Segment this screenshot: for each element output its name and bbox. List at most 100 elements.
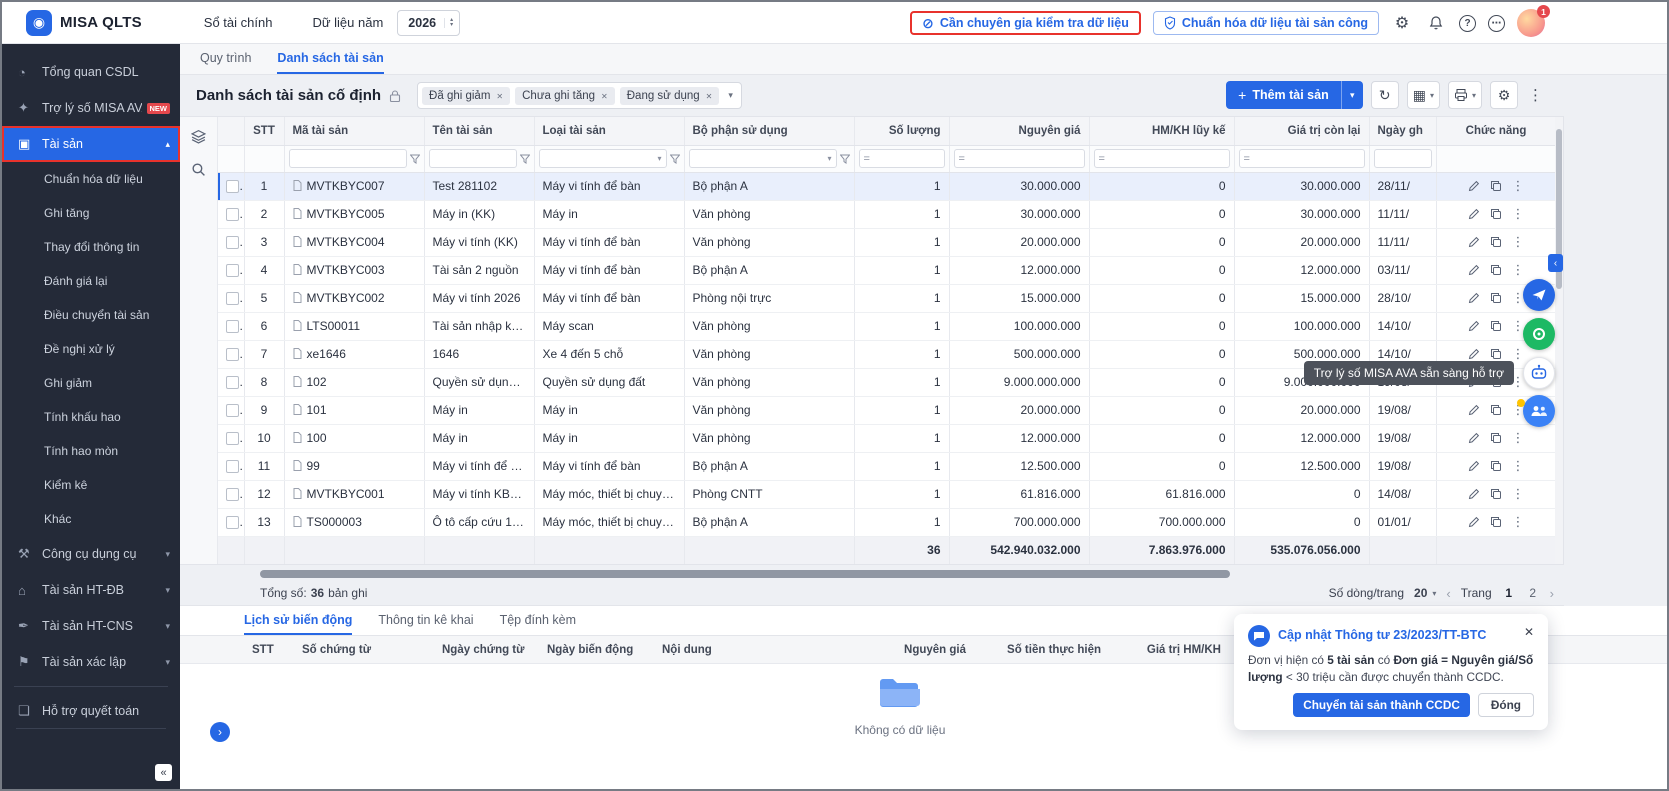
row-more-icon[interactable]: ⋮ — [1512, 178, 1525, 194]
edit-pencil-icon[interactable] — [1468, 488, 1480, 500]
refresh-button[interactable]: ↻ — [1371, 81, 1399, 109]
row-more-icon[interactable]: ⋮ — [1512, 430, 1525, 446]
table-row[interactable]: 5MVTKBYC002Máy vi tính 2026Máy vi tính đ… — [218, 284, 1556, 312]
edit-pencil-icon[interactable] — [1468, 180, 1480, 192]
avatar[interactable]: 1 — [1517, 9, 1545, 37]
sidebar-subitem[interactable]: Tính khấu hao — [2, 400, 180, 434]
row-more-icon[interactable]: ⋮ — [1512, 458, 1525, 474]
copy-icon[interactable] — [1490, 460, 1502, 472]
copy-icon[interactable] — [1490, 404, 1502, 416]
row-checkbox[interactable] — [226, 236, 239, 249]
zalo-support-button[interactable] — [1523, 318, 1555, 350]
filter-input[interactable]: = — [954, 149, 1085, 168]
sidebar-item-2[interactable]: ▣ Tài sản ▴ — [2, 126, 180, 162]
row-checkbox[interactable] — [226, 516, 239, 529]
table-row[interactable]: 13TS000003Ô tô cấp cứu 16A-0...Máy móc, … — [218, 508, 1556, 536]
tab-thong-tin-ke-khai[interactable]: Thông tin kê khai — [378, 606, 473, 635]
chip-remove-icon[interactable]: ✕ — [496, 92, 503, 101]
prev-page-icon[interactable]: ‹ — [1446, 586, 1450, 601]
table-row[interactable]: 4MVTKBYC003Tài sản 2 nguồnMáy vi tính để… — [218, 256, 1556, 284]
column-header[interactable]: Bộ phận sử dụng — [684, 117, 854, 145]
row-checkbox[interactable] — [226, 292, 239, 305]
row-more-icon[interactable]: ⋮ — [1512, 234, 1525, 250]
add-asset-button[interactable]: + Thêm tài sản — [1226, 81, 1341, 109]
sidebar-subitem[interactable]: Thay đổi thông tin — [2, 230, 180, 264]
sidebar-subitem[interactable]: Đánh giá lại — [2, 264, 180, 298]
sidebar-item-3[interactable]: ⚒ Công cụ dụng cụ ▾ — [2, 536, 180, 572]
row-more-icon[interactable]: ⋮ — [1512, 514, 1525, 530]
copy-icon[interactable] — [1490, 264, 1502, 276]
filter-chip[interactable]: Chưa ghi tăng✕ — [515, 87, 615, 105]
tab-quy-trinh[interactable]: Quy trình — [200, 44, 251, 74]
row-checkbox[interactable] — [226, 348, 239, 361]
column-layout-button[interactable]: ▦▾ — [1407, 81, 1440, 109]
more-actions-icon[interactable]: ⋮ — [1526, 86, 1545, 104]
column-header[interactable]: Ngày gh — [1369, 117, 1436, 145]
row-checkbox[interactable] — [226, 208, 239, 221]
column-header[interactable]: Nguyên giá — [949, 117, 1089, 145]
row-checkbox[interactable] — [226, 404, 239, 417]
column-header[interactable]: Loại tài sản — [534, 117, 684, 145]
next-page-icon[interactable]: › — [1550, 586, 1554, 601]
filter-select[interactable]: ▾ — [539, 149, 667, 168]
expert-check-button[interactable]: ⊘ Cần chuyên gia kiểm tra dữ liệu — [910, 11, 1141, 35]
table-row[interactable]: 9101Máy inMáy inVăn phòng120.000.000020.… — [218, 396, 1556, 424]
edit-pencil-icon[interactable] — [1468, 208, 1480, 220]
sidebar-subitem[interactable]: Kiểm kê — [2, 468, 180, 502]
chevron-down-icon[interactable]: ▾ — [728, 90, 733, 101]
row-checkbox[interactable] — [226, 432, 239, 445]
row-more-icon[interactable]: ⋮ — [1512, 262, 1525, 278]
table-row[interactable]: 12MVTKBYC001Máy vi tính KBYC00...Máy móc… — [218, 480, 1556, 508]
close-icon[interactable]: ✕ — [1524, 625, 1534, 639]
dismiss-button[interactable]: Đóng — [1478, 693, 1534, 717]
table-row[interactable]: 2MVTKBYC005Máy in (KK)Máy inVăn phòng130… — [218, 200, 1556, 228]
column-header[interactable]: Chức năng — [1436, 117, 1556, 145]
sidebar-subitem[interactable]: Đề nghị xử lý — [2, 332, 180, 366]
filter-chip[interactable]: Đã ghi giảm✕ — [422, 87, 510, 105]
chip-remove-icon[interactable]: ✕ — [706, 92, 713, 101]
edit-pencil-icon[interactable] — [1468, 460, 1480, 472]
column-header[interactable]: Tên tài sản — [424, 117, 534, 145]
edit-pencil-icon[interactable] — [1468, 404, 1480, 416]
expand-panel-button[interactable]: › — [210, 722, 230, 742]
support-chat-button[interactable] — [1523, 279, 1555, 311]
table-row[interactable]: 1199Máy vi tính để bànMáy vi tính để bàn… — [218, 452, 1556, 480]
row-checkbox[interactable] — [226, 460, 239, 473]
copy-icon[interactable] — [1490, 488, 1502, 500]
table-row[interactable]: 1MVTKBYC007Test 281102Máy vi tính để bàn… — [218, 172, 1556, 200]
edit-pencil-icon[interactable] — [1468, 432, 1480, 444]
table-row[interactable]: 3MVTKBYC004Máy vi tính (KK)Máy vi tính đ… — [218, 228, 1556, 256]
sidebar-subitem[interactable]: Ghi giảm — [2, 366, 180, 400]
menu-so-tai-chinh[interactable]: Sổ tài chính — [204, 15, 273, 30]
sidebar-item-4[interactable]: ⌂ Tài sản HT-ĐB ▾ — [2, 572, 180, 608]
filter-input[interactable]: = — [859, 149, 945, 168]
page-button-2[interactable]: 2 — [1526, 586, 1540, 600]
filter-input[interactable] — [1374, 149, 1432, 168]
horizontal-scrollbar-thumb[interactable] — [260, 570, 1230, 578]
row-more-icon[interactable]: ⋮ — [1512, 346, 1525, 362]
copy-icon[interactable] — [1490, 348, 1502, 360]
row-checkbox[interactable] — [226, 376, 239, 389]
sidebar-item-6[interactable]: ⚑ Tài sản xác lập ▾ — [2, 644, 180, 680]
help-icon[interactable]: ? — [1459, 15, 1476, 32]
table-row[interactable]: 6LTS00011Tài sản nhập khẩu ...Máy scanVă… — [218, 312, 1556, 340]
edit-pencil-icon[interactable] — [1468, 264, 1480, 276]
sidebar-subitem[interactable]: Chuẩn hóa dữ liệu — [2, 162, 180, 196]
sidebar-subitem[interactable]: Điều chuyển tài sản — [2, 298, 180, 332]
sidebar-item-0[interactable]: ◔ Tổng quan CSDL — [2, 54, 180, 90]
copy-icon[interactable] — [1490, 208, 1502, 220]
chip-remove-icon[interactable]: ✕ — [601, 92, 608, 101]
filter-select[interactable]: ▾ — [689, 149, 837, 168]
tab-lich-su-bien-dong[interactable]: Lịch sử biến động — [244, 606, 352, 635]
filter-input[interactable] — [429, 149, 517, 168]
edit-pencil-icon[interactable] — [1468, 292, 1480, 304]
copy-icon[interactable] — [1490, 516, 1502, 528]
copy-icon[interactable] — [1490, 292, 1502, 304]
filter-chip[interactable]: Đang sử dụng✕ — [620, 87, 720, 105]
column-header[interactable]: Số lượng — [854, 117, 949, 145]
row-checkbox[interactable] — [226, 264, 239, 277]
row-checkbox[interactable] — [226, 320, 239, 333]
print-button[interactable]: ▾ — [1448, 81, 1482, 109]
community-button[interactable] — [1523, 395, 1555, 427]
tab-danh-sach-tai-san[interactable]: Danh sách tài sản — [277, 44, 383, 74]
